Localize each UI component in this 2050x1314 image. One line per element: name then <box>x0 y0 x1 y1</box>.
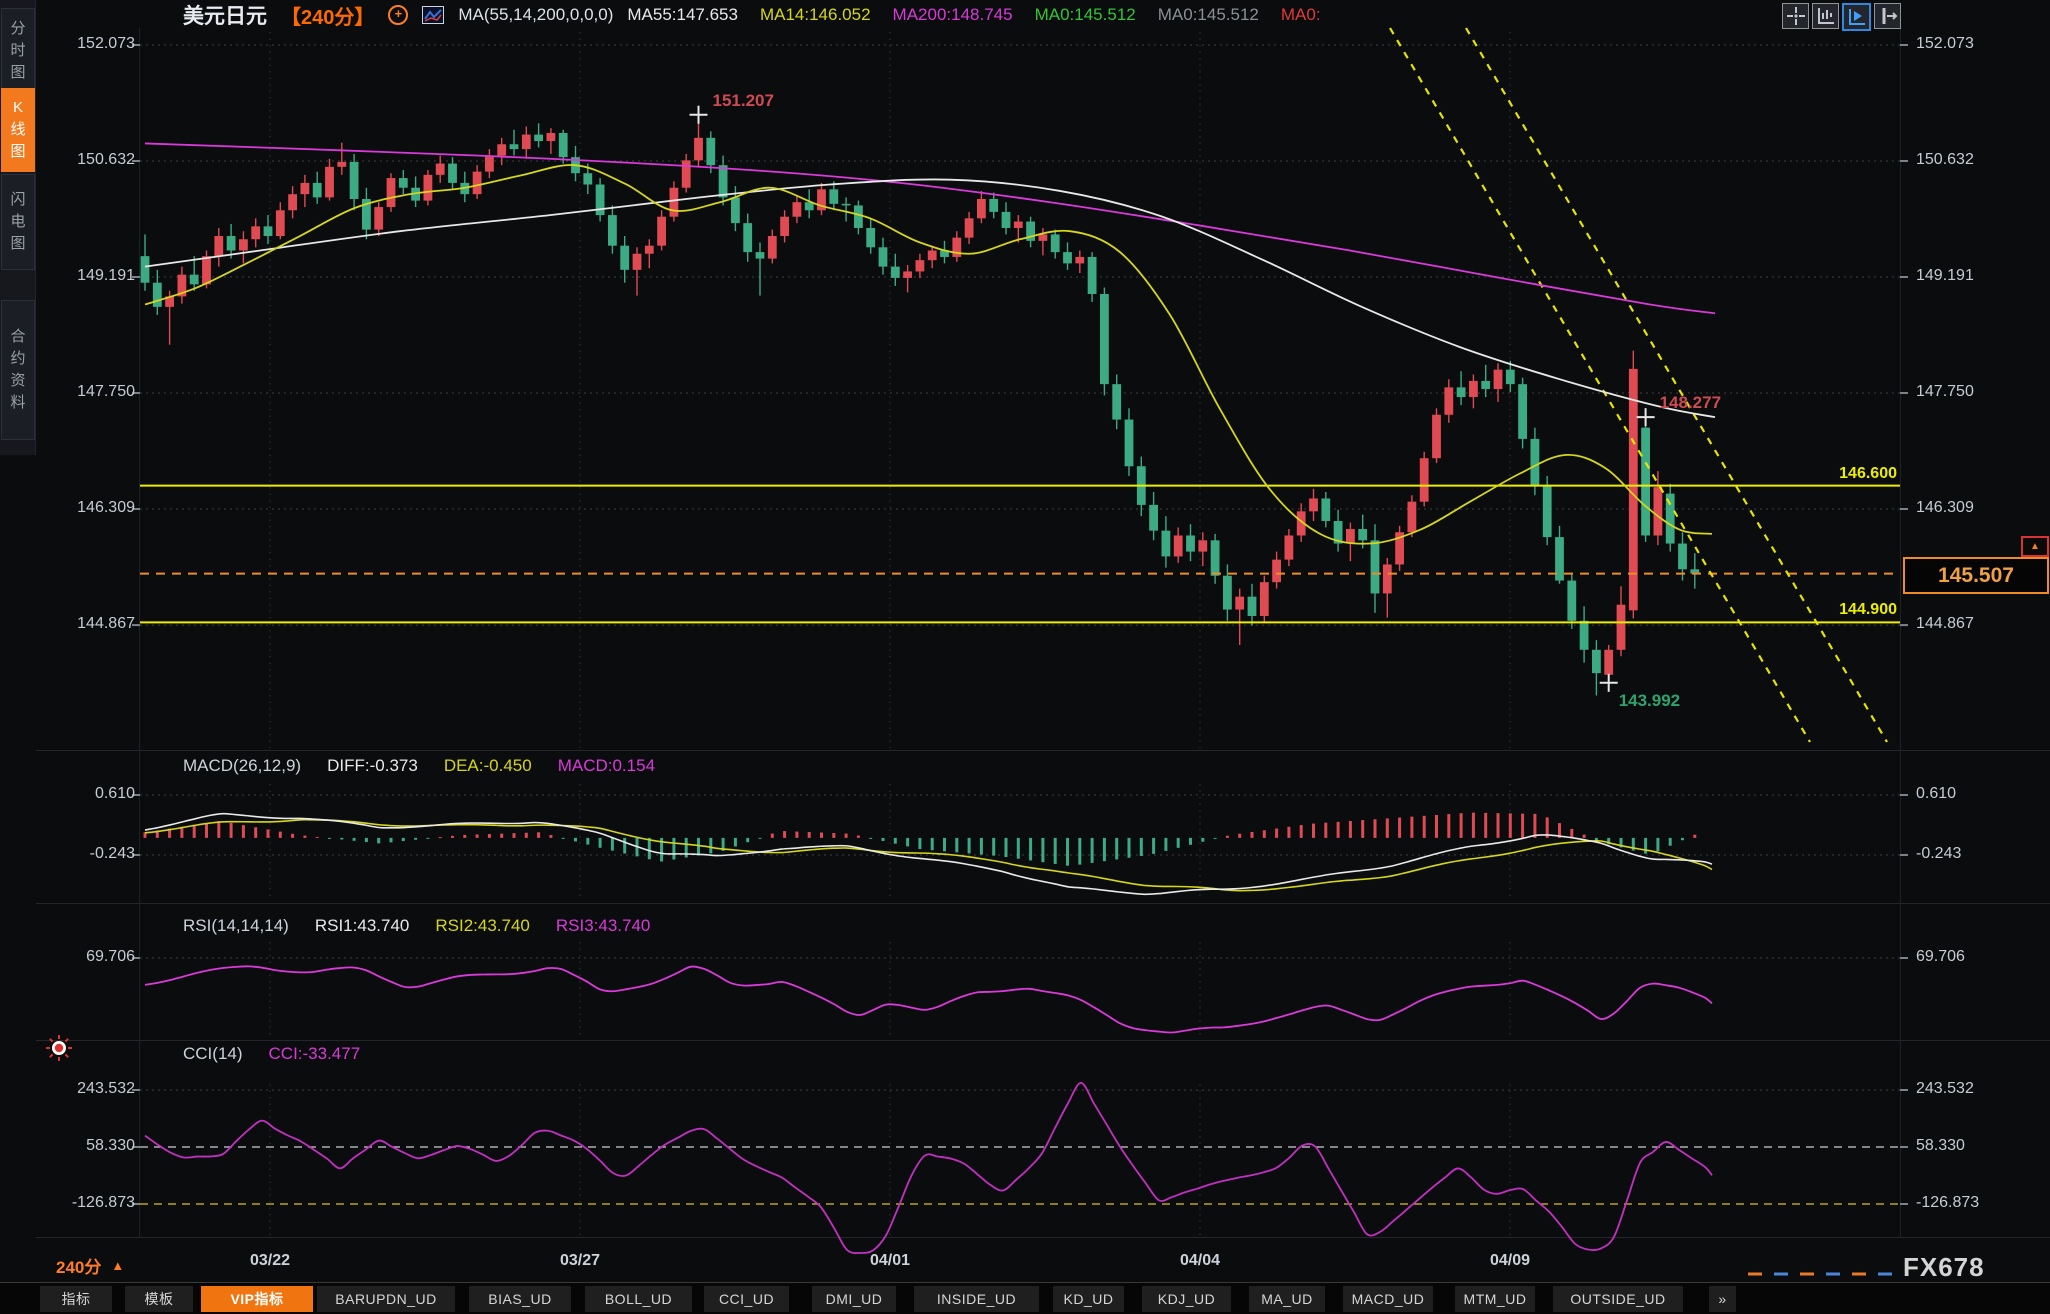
macd-diff-value: DIFF:-0.373 <box>327 756 418 776</box>
indicator-tab-7[interactable]: CCI_UD <box>704 1286 789 1312</box>
price-axis-label: 144.867 <box>1916 615 2046 633</box>
rsi1-value: RSI1:43.740 <box>315 916 410 936</box>
add-compare-icon[interactable]: + <box>388 5 408 25</box>
price-axis-label: 69.706 <box>40 948 135 966</box>
price-axis-label: 69.706 <box>1916 948 2046 966</box>
price-axis-label: 146.309 <box>40 499 135 517</box>
price-axis-label: 149.191 <box>40 267 135 285</box>
interval-selector[interactable]: 240分 ▲ <box>56 1253 124 1278</box>
rsi-title: RSI(14,14,14) <box>183 916 289 936</box>
ma-value-label: MA200:148.745 <box>893 5 1013 25</box>
indicator-tab-12[interactable]: MA_UD <box>1249 1286 1325 1312</box>
cci-title: CCI(14) <box>183 1044 243 1064</box>
ma-value-label: MA55:147.653 <box>627 5 738 25</box>
ma-settings-label: MA(55,14,200,0,0,0) <box>458 5 613 25</box>
annotation-price-label: 148.277 <box>1660 393 1721 413</box>
level-price-label: 146.600 <box>1697 465 1897 483</box>
date-axis-label: 04/01 <box>850 1252 930 1270</box>
price-axis-label: 0.610 <box>1916 785 2046 803</box>
price-axis-label: 146.309 <box>1916 499 2046 517</box>
annotation-price-label: 151.207 <box>713 91 774 111</box>
level-price-label: 144.900 <box>1697 601 1897 619</box>
date-axis-label: 04/09 <box>1470 1252 1550 1270</box>
indicator-tab-11[interactable]: KDJ_UD <box>1142 1286 1231 1312</box>
price-axis-label: 152.073 <box>1916 35 2046 53</box>
macd-header: MACD(26,12,9) DIFF:-0.373 DEA:-0.450 MAC… <box>183 756 655 776</box>
price-axis-label: 0.610 <box>40 785 135 803</box>
axis-play-icon[interactable] <box>1842 3 1871 31</box>
sidebar-tab-3[interactable]: 闪电图 <box>1 174 35 270</box>
macd-dea-value: DEA:-0.450 <box>444 756 532 776</box>
indicator-tab-9[interactable]: INSIDE_UD <box>914 1286 1039 1312</box>
price-axis-label: 150.632 <box>1916 151 2046 169</box>
alert-sun-icon <box>55 1044 63 1052</box>
current-price-box: 145.507 <box>1903 557 2049 594</box>
chart-type-sidebar: 分时图K线图闪电图合约资料 <box>0 0 36 455</box>
indicator-tab-6[interactable]: BOLL_UD <box>585 1286 692 1312</box>
bar-arrow-icon[interactable] <box>1874 3 1901 29</box>
price-axis-label: 147.750 <box>40 383 135 401</box>
indicator-tab-1[interactable]: 指标 <box>40 1286 112 1312</box>
indicator-tab-3[interactable]: VIP指标 <box>201 1286 313 1312</box>
sidebar-tab-4[interactable]: 合约资料 <box>1 300 35 440</box>
price-axis-label: 243.532 <box>1916 1080 2046 1098</box>
rsi2-value: RSI2:43.740 <box>435 916 530 936</box>
sidebar-tab-2[interactable]: K线图 <box>1 88 35 172</box>
price-axis-label: 149.191 <box>1916 267 2046 285</box>
price-axis-label: 152.073 <box>40 35 135 53</box>
axis-chart-icon[interactable] <box>1812 3 1839 29</box>
candlestick-chart[interactable] <box>0 0 2050 1314</box>
price-axis-label: -0.243 <box>40 845 135 863</box>
price-axis-label: -0.243 <box>1916 845 2046 863</box>
indicator-tab-5[interactable]: BIAS_UD <box>469 1286 571 1312</box>
crosshair-icon[interactable] <box>1782 3 1809 29</box>
ma-value-label: MA0: <box>1281 5 1321 25</box>
macd-macd-value: MACD:0.154 <box>558 756 655 776</box>
ma-values: MA55:147.653 MA14:146.052 MA200:148.745 MA0… <box>627 5 1320 25</box>
indicator-tab-8[interactable]: DMI_UD <box>812 1286 896 1312</box>
ma-value-label: MA0:145.512 <box>1035 5 1136 25</box>
price-axis-label: 147.750 <box>1916 383 2046 401</box>
rsi3-value: RSI3:43.740 <box>556 916 651 936</box>
price-axis-label: 58.330 <box>40 1137 135 1155</box>
macd-title: MACD(26,12,9) <box>183 756 301 776</box>
interval-up-icon: ▲ <box>111 1258 124 1273</box>
price-axis-label: -126.873 <box>1916 1194 2046 1212</box>
cci-value: CCI:-33.477 <box>269 1044 361 1064</box>
indicator-tab-4[interactable]: BARUPDN_UD <box>317 1286 455 1312</box>
symbol-title: 美元日元 <box>183 0 267 30</box>
indicator-tab-14[interactable]: MTM_UD <box>1455 1286 1535 1312</box>
ma-value-label: MA0:145.512 <box>1158 5 1259 25</box>
period-badge[interactable]: 【240分】 <box>281 1 374 30</box>
indicator-tab-13[interactable]: MACD_UD <box>1343 1286 1433 1312</box>
date-axis-label: 03/22 <box>230 1252 310 1270</box>
current-price-value: 145.507 <box>1938 564 2014 588</box>
ma-value-label: MA14:146.052 <box>760 5 871 25</box>
price-axis-label: 58.330 <box>1916 1137 2046 1155</box>
price-axis-label: 150.632 <box>40 151 135 169</box>
interval-label: 240分 <box>56 1253 101 1278</box>
indicator-tabbar: 指标模板 VIP指标BARUPDN_UD BIAS_UD BOLL_UD CCI_UD D… <box>0 1282 2050 1314</box>
chart-style-icon[interactable] <box>422 6 444 24</box>
watermark: FX678 <box>1903 1252 1985 1283</box>
indicator-tab-10[interactable]: KD_UD <box>1053 1286 1124 1312</box>
chart-header: 美元日元 【240分】 + MA(55,14,200,0,0,0) MA55:1… <box>183 3 1321 27</box>
indicator-tab-16[interactable]: » <box>1709 1286 1736 1312</box>
price-axis-label: -126.873 <box>40 1194 135 1212</box>
chart-toolbar <box>1782 3 1901 31</box>
indicator-tab-15[interactable]: OUTSIDE_UD <box>1553 1286 1683 1312</box>
price-axis-label: 144.867 <box>40 615 135 633</box>
annotation-price-label: 143.992 <box>1619 691 1680 711</box>
sidebar-tab-1[interactable]: 分时图 <box>1 8 35 94</box>
price-axis-label: 243.532 <box>40 1080 135 1098</box>
indicator-tab-2[interactable]: 模板 <box>125 1286 193 1312</box>
rsi-header: RSI(14,14,14) RSI1:43.740 RSI2:43.740 RS… <box>183 916 650 936</box>
cci-header: CCI(14) CCI:-33.477 <box>183 1044 360 1064</box>
price-alert-icon[interactable]: ▲ <box>2021 536 2049 557</box>
trading-app: 分时图K线图闪电图合约资料 美元日元 【240分】 + MA(55,14,200… <box>0 0 2050 1314</box>
date-axis-label: 03/27 <box>540 1252 620 1270</box>
date-axis-label: 04/04 <box>1160 1252 1240 1270</box>
